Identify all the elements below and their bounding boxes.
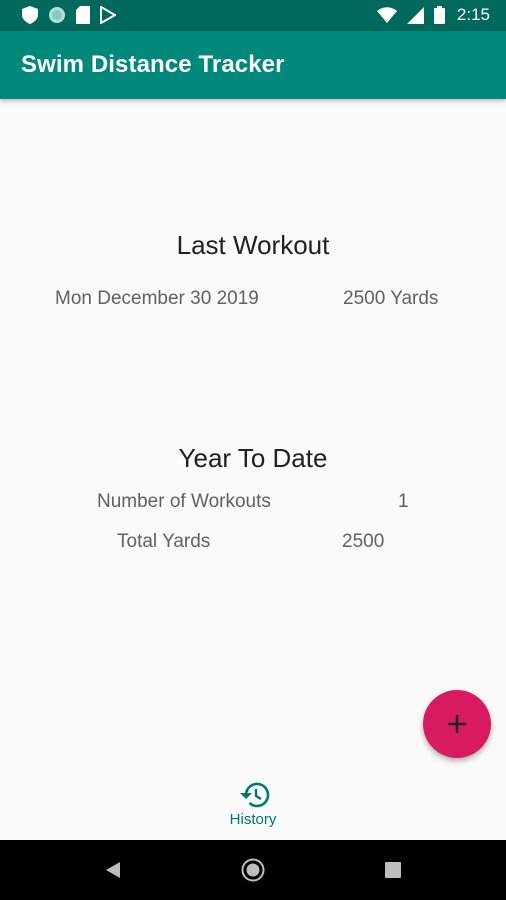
last-workout-distance: 2500 Yards xyxy=(343,288,439,309)
signal-icon xyxy=(406,6,424,24)
battery-icon xyxy=(433,6,445,24)
workouts-count-value: 1 xyxy=(398,491,409,512)
back-icon[interactable] xyxy=(105,861,121,879)
history-icon xyxy=(240,782,270,808)
workouts-count-label: Number of Workouts xyxy=(97,491,271,512)
circle-notification-icon xyxy=(49,7,65,23)
status-time: 2:15 xyxy=(456,5,490,24)
system-nav-bar xyxy=(0,840,506,900)
recents-icon[interactable] xyxy=(385,862,401,878)
bottom-nav-history[interactable]: History xyxy=(213,780,293,836)
app-bar: Swim Distance Tracker xyxy=(0,31,506,99)
wifi-icon xyxy=(376,7,397,23)
total-yards-label: Total Yards xyxy=(117,531,211,552)
shield-icon xyxy=(22,6,38,24)
total-yards-value: 2500 xyxy=(342,531,385,552)
play-store-icon xyxy=(100,6,116,24)
plus-icon xyxy=(448,715,466,733)
last-workout-date: Mon December 30 2019 xyxy=(55,288,259,309)
year-to-date-heading: Year To Date xyxy=(178,443,328,473)
status-bar: 2:15 xyxy=(0,0,506,31)
home-icon[interactable] xyxy=(241,858,265,882)
add-workout-button[interactable] xyxy=(423,690,491,758)
sim-card-icon xyxy=(76,6,90,24)
bottom-nav-history-label: History xyxy=(229,811,277,828)
last-workout-heading: Last Workout xyxy=(176,230,330,260)
app-title: Swim Distance Tracker xyxy=(21,51,285,78)
